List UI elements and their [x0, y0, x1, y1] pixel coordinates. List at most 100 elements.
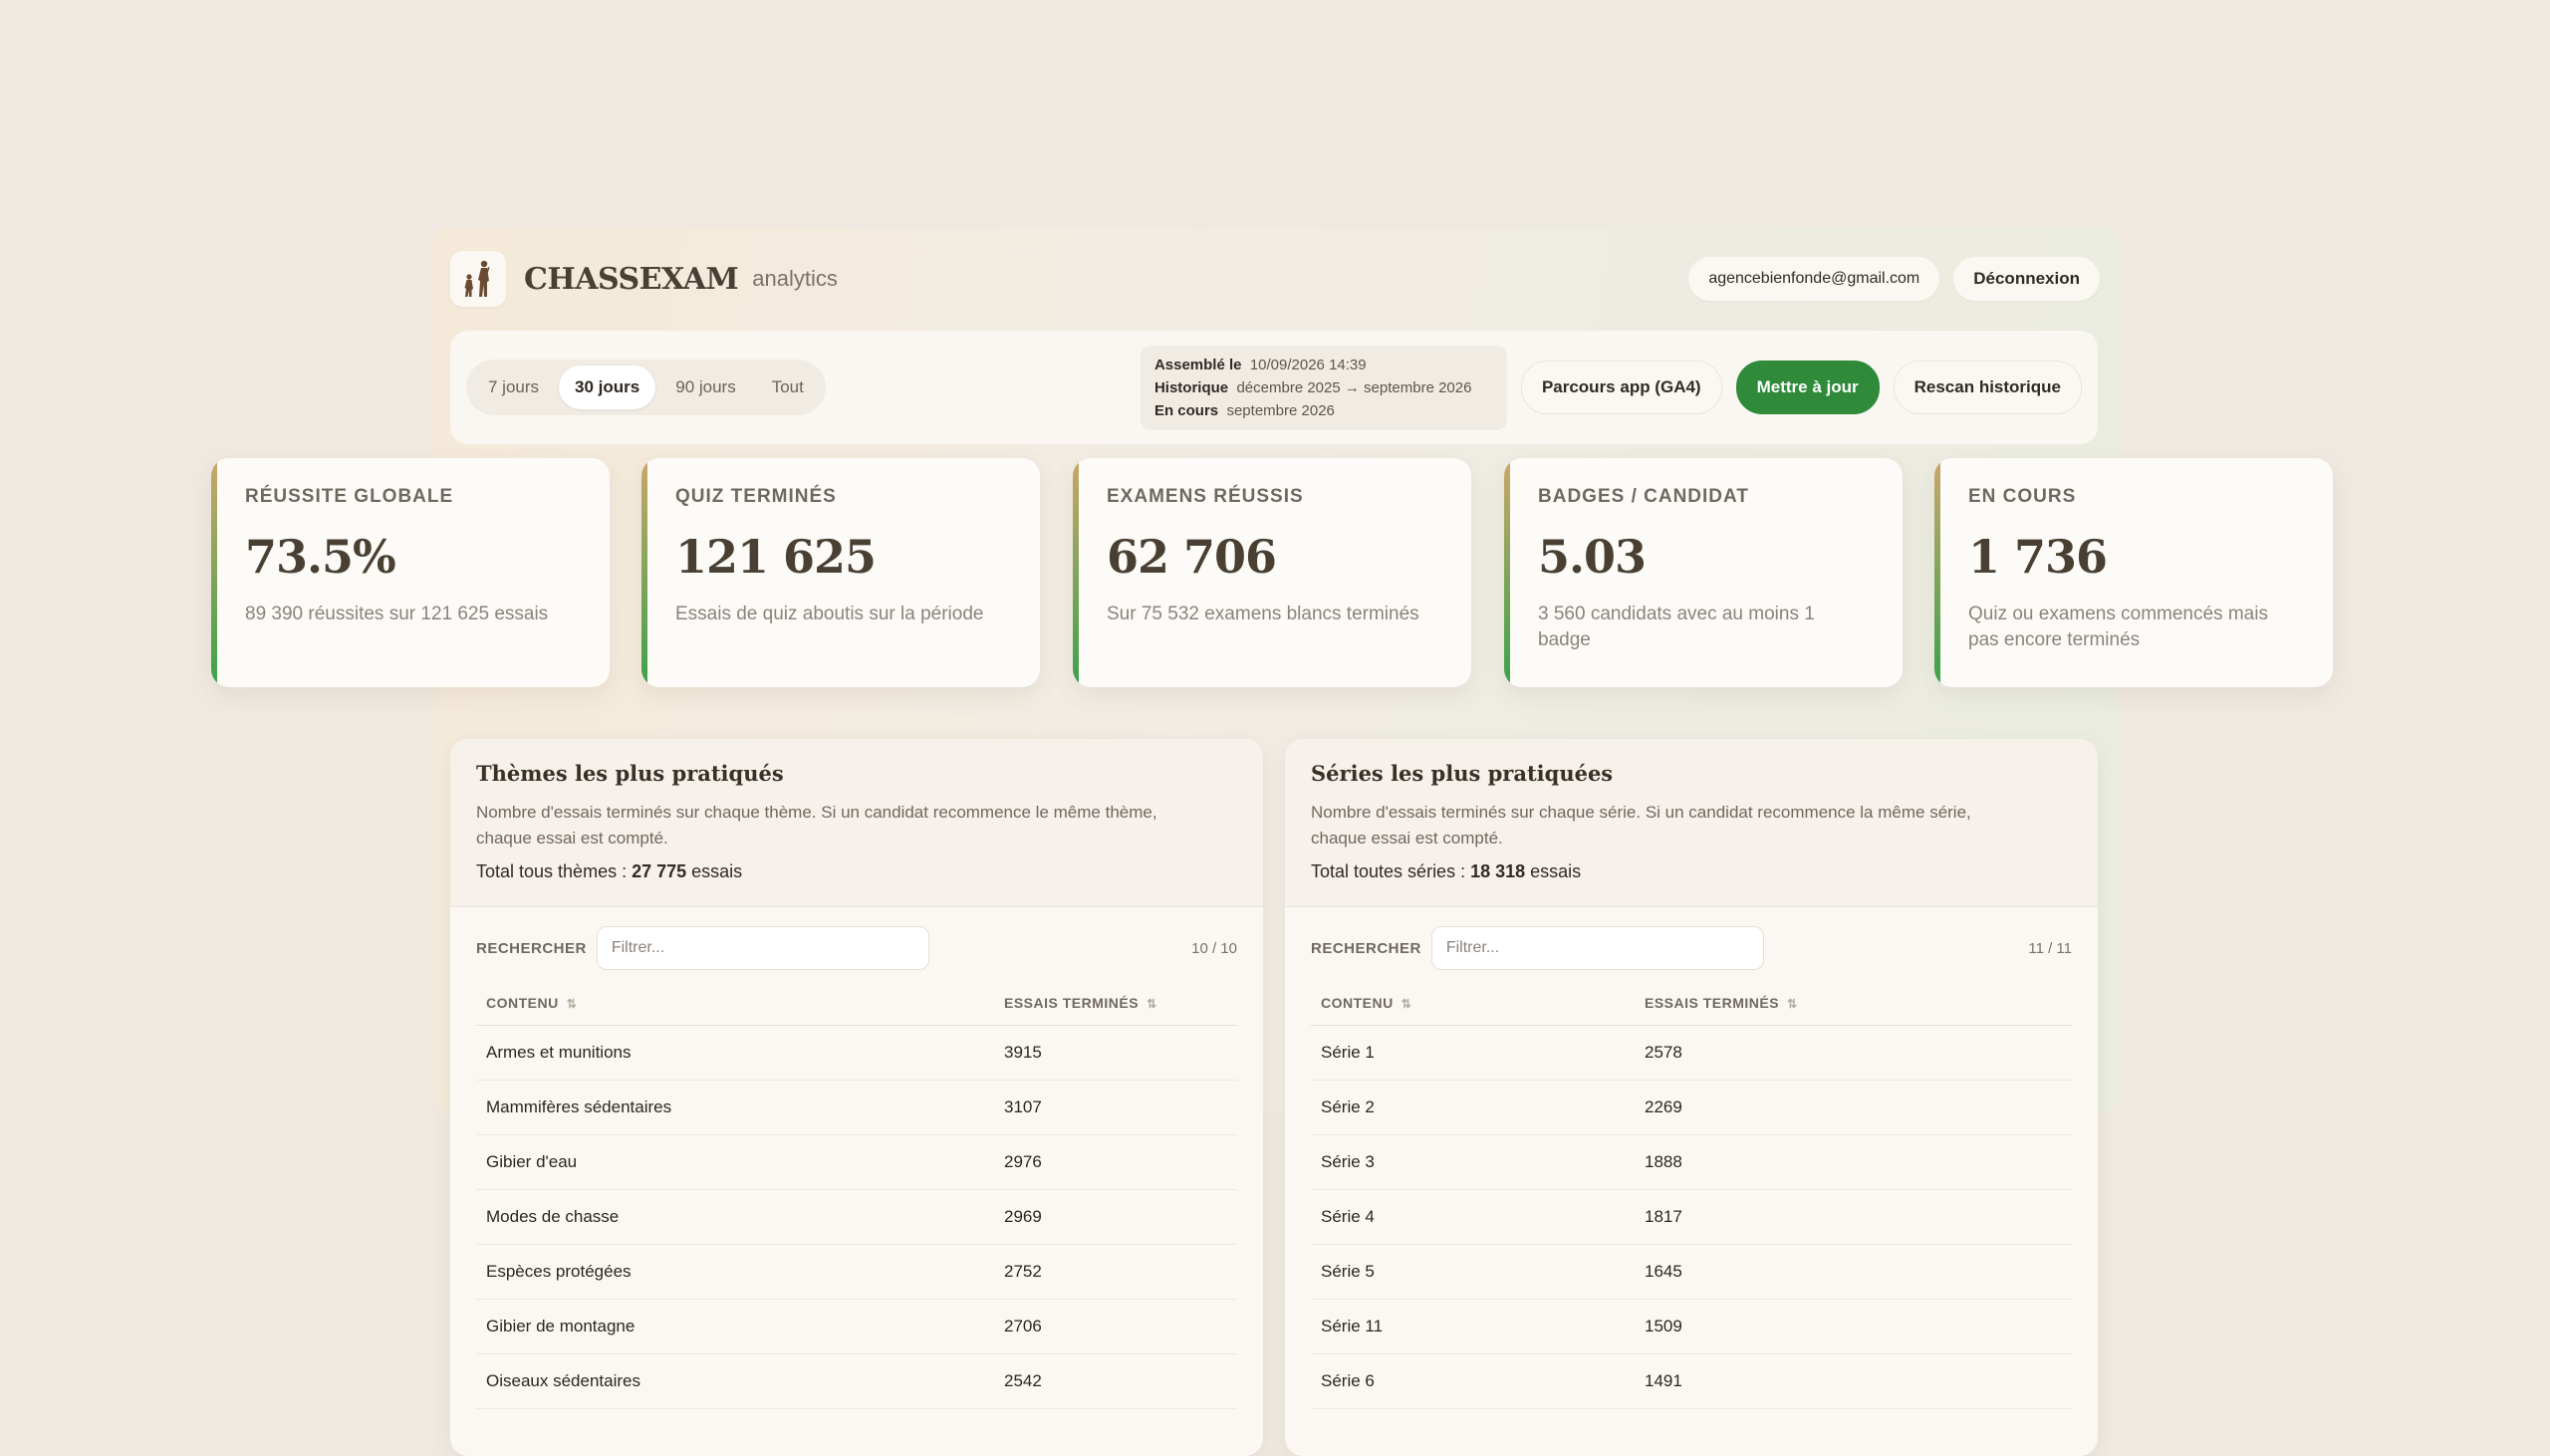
assembled-value: 10/09/2026 14:39 — [1249, 356, 1367, 373]
row-name: Modes de chasse — [476, 1189, 994, 1245]
row-value: 1645 — [1635, 1244, 2072, 1300]
kpi-value: 5.03 — [1538, 530, 1647, 584]
column-header-content-label: CONTENU — [1321, 995, 1394, 1011]
table-row: Série 11 1509 — [1311, 1299, 2072, 1354]
column-header-content[interactable]: CONTENU ⇅ — [1311, 995, 1635, 1026]
row-name: Série 2 — [1311, 1080, 1635, 1135]
range-7-days[interactable]: 7 jours — [472, 365, 555, 409]
series-search-row: RECHERCHER 11 / 11 — [1285, 907, 2098, 971]
themes-title: Thèmes les plus pratiqués — [476, 761, 784, 786]
sort-icon: ⇅ — [1147, 997, 1157, 1011]
table-row: Oiseaux sédentaires 2542 — [476, 1353, 1237, 1409]
themes-total-suffix: essais — [686, 861, 743, 881]
table-row: Série 5 1645 — [1311, 1244, 2072, 1300]
table-row: Série 3 1888 — [1311, 1134, 2072, 1190]
row-name: Armes et munitions — [476, 1025, 994, 1081]
kpi-row: RÉUSSITE GLOBALE 73.5% 89 390 réussites … — [211, 458, 2333, 687]
kpi-value: 73.5% — [245, 530, 396, 584]
themes-search-input[interactable] — [596, 926, 929, 970]
history-value: décembre 2025 → septembre 2026 — [1236, 378, 1472, 396]
series-panel: Séries les plus pratiquées Nombre d'essa… — [1285, 739, 2098, 1456]
range-30-days[interactable]: 30 jours — [559, 365, 656, 409]
row-name: Série 6 — [1311, 1353, 1635, 1409]
kpi-description: Sur 75 532 examens blancs terminés — [1107, 604, 1419, 624]
table-row: Mammifères sédentaires 3107 — [476, 1080, 1237, 1135]
kpi-card-success-rate: RÉUSSITE GLOBALE 73.5% 89 390 réussites … — [211, 458, 610, 687]
row-value: 3915 — [994, 1025, 1237, 1081]
user-email-badge: agencebienfonde@gmail.com — [1688, 257, 1940, 301]
kpi-value: 121 625 — [675, 530, 877, 584]
kpi-description: Quiz ou examens commencés mais pas encor… — [1968, 604, 2268, 650]
column-header-attempts[interactable]: ESSAIS TERMINÉS ⇅ — [1635, 995, 2072, 1026]
date-range-selector: 7 jours 30 jours 90 jours Tout — [466, 360, 826, 415]
brand-subtitle: analytics — [752, 266, 838, 291]
current-label: En cours — [1153, 401, 1219, 419]
toolbar: 7 jours 30 jours 90 jours Tout Assemblé … — [450, 331, 2098, 444]
table-row: Armes et munitions 3915 — [476, 1025, 1237, 1081]
themes-panel: Thèmes les plus pratiqués Nombre d'essai… — [450, 739, 1263, 1456]
row-name: Série 4 — [1311, 1189, 1635, 1245]
row-value: 2969 — [994, 1189, 1237, 1245]
kpi-card-badges-per-candidate: BADGES / CANDIDAT 5.03 3 560 candidats a… — [1504, 458, 1903, 687]
row-value: 2578 — [1635, 1025, 2072, 1081]
kpi-label: EN COURS — [1968, 486, 2077, 507]
row-name: Série 1 — [1311, 1025, 1635, 1081]
row-value: 1509 — [1635, 1299, 2072, 1354]
search-label: RECHERCHER — [1311, 939, 1421, 957]
row-value: 2976 — [994, 1134, 1237, 1190]
series-search-input[interactable] — [1430, 926, 1764, 970]
themes-panel-header: Thèmes les plus pratiqués Nombre d'essai… — [450, 739, 1263, 907]
table-row: Espèces protégées 2752 — [476, 1244, 1237, 1300]
kpi-label: RÉUSSITE GLOBALE — [245, 486, 454, 507]
table-row: Modes de chasse 2969 — [476, 1189, 1237, 1245]
kpi-value: 1 736 — [1968, 530, 2108, 584]
themes-total-prefix: Total tous thèmes : — [476, 861, 633, 881]
kpi-label: QUIZ TERMINÉS — [675, 486, 837, 507]
themes-search-row: RECHERCHER 10 / 10 — [450, 907, 1263, 971]
table-row: Série 2 2269 — [1311, 1080, 2072, 1135]
table-row: Gibier d'eau 2976 — [476, 1134, 1237, 1190]
kpi-label: BADGES / CANDIDAT — [1538, 486, 1749, 507]
series-table: CONTENU ⇅ ESSAIS TERMINÉS ⇅ Série 1 2578 Sé… — [1311, 995, 2072, 1409]
row-value: 2752 — [994, 1244, 1237, 1300]
column-header-attempts-label: ESSAIS TERMINÉS — [1004, 995, 1140, 1011]
row-value: 2269 — [1635, 1080, 2072, 1135]
search-label: RECHERCHER — [476, 939, 587, 957]
brand-name: CHASSEXAM — [524, 261, 739, 297]
row-value: 1817 — [1635, 1189, 2072, 1245]
column-header-attempts-label: ESSAIS TERMINÉS — [1645, 995, 1780, 1011]
range-all[interactable]: Tout — [756, 365, 820, 409]
series-panel-header: Séries les plus pratiquées Nombre d'essa… — [1285, 739, 2098, 907]
table-row: Gibier de montagne 2706 — [476, 1299, 1237, 1354]
row-name: Gibier de montagne — [476, 1299, 994, 1354]
logout-button[interactable]: Déconnexion — [1953, 257, 2100, 301]
kpi-value: 62 706 — [1107, 530, 1277, 584]
themes-total-value: 27 775 — [632, 861, 687, 881]
row-name: Oiseaux sédentaires — [476, 1353, 994, 1409]
range-90-days[interactable]: 90 jours — [659, 365, 751, 409]
build-info: Assemblé le 10/09/2026 14:39 Historique … — [1140, 345, 1507, 430]
ga4-journey-button[interactable]: Parcours app (GA4) — [1520, 361, 1722, 414]
row-value: 2542 — [994, 1353, 1237, 1409]
sort-icon: ⇅ — [566, 997, 578, 1011]
table-row: Série 1 2578 — [1311, 1025, 2072, 1081]
series-description: Nombre d'essais terminés sur chaque séri… — [1311, 803, 1971, 848]
column-header-content[interactable]: CONTENU ⇅ — [476, 995, 994, 1026]
rescan-history-button[interactable]: Rescan historique — [1893, 361, 2082, 414]
series-row-count: 11 / 11 — [2028, 939, 2072, 957]
row-name: Espèces protégées — [476, 1244, 994, 1300]
column-header-attempts[interactable]: ESSAIS TERMINÉS ⇅ — [994, 995, 1237, 1026]
series-total-suffix: essais — [1525, 861, 1582, 881]
themes-total: Total tous thèmes : 27 775 essais — [476, 861, 1237, 882]
series-title: Séries les plus pratiquées — [1311, 761, 1614, 786]
row-value: 1491 — [1635, 1353, 2072, 1409]
update-button[interactable]: Mettre à jour — [1735, 361, 1880, 414]
kpi-description: 89 390 réussites sur 121 625 essais — [245, 604, 549, 624]
kpi-description: Essais de quiz aboutis sur la période — [675, 604, 984, 624]
row-name: Gibier d'eau — [476, 1134, 994, 1190]
row-value: 3107 — [994, 1080, 1237, 1135]
kpi-label: EXAMENS RÉUSSIS — [1107, 486, 1304, 507]
assembled-label: Assemblé le — [1153, 356, 1242, 373]
history-label: Historique — [1153, 378, 1229, 396]
series-total-value: 18 318 — [1470, 861, 1526, 881]
